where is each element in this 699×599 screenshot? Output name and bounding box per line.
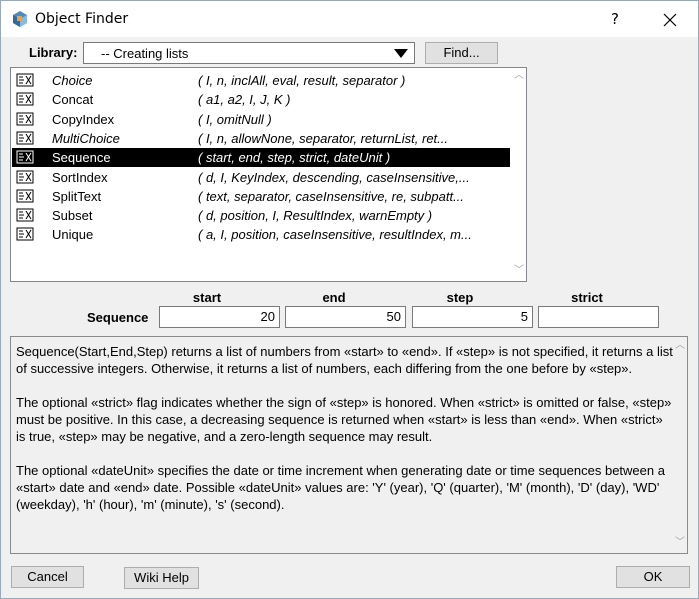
description-paragraph: The optional «dateUnit» specifies the da… <box>16 463 665 512</box>
params-function-label: Sequence <box>87 310 149 325</box>
function-row[interactable]: SplitText ( text, separator, caseInsensit… <box>12 187 510 206</box>
scroll-up-icon[interactable]: ︿ <box>514 71 524 81</box>
list-scrollbar[interactable]: ︿ ﹀ <box>511 68 527 281</box>
scroll-up-icon[interactable]: ︿ <box>675 341 685 351</box>
param-header-end: end <box>322 290 346 305</box>
function-icon <box>16 73 34 87</box>
param-input-start[interactable]: 20 <box>159 306 280 328</box>
library-select[interactable]: -- Creating lists <box>83 42 415 64</box>
function-params: ( start, end, step, strict, dateUnit ) <box>198 150 391 166</box>
function-name: Subset <box>52 208 93 224</box>
function-params: ( I, n, inclAll, eval, result, separator… <box>198 73 406 88</box>
param-header-step: step <box>446 290 474 305</box>
function-row[interactable]: Sequence ( start, end, step, strict, date… <box>12 148 510 168</box>
function-params: ( a1, a2, I, J, K ) <box>198 92 291 108</box>
scroll-down-icon[interactable]: ﹀ <box>514 266 524 276</box>
help-button[interactable]: ? <box>605 8 625 30</box>
function-name: Unique <box>52 227 94 243</box>
app-icon <box>13 11 27 27</box>
function-icon <box>16 170 34 183</box>
function-name: MultiChoice <box>52 130 120 146</box>
description-panel: Sequence(Start,End,Step) returns a list … <box>10 336 688 554</box>
function-icon <box>16 208 34 222</box>
close-icon[interactable] <box>659 9 681 31</box>
function-row[interactable]: Concat ( a1, a2, I, J, K ) <box>12 90 510 109</box>
function-params: ( a, I, position, caseInsensitive, resul… <box>198 227 472 243</box>
function-row[interactable]: SortIndex ( d, I, KeyIndex, descending, c… <box>12 168 510 187</box>
cancel-button[interactable]: Cancel <box>11 566 84 588</box>
param-input-strict[interactable] <box>538 306 659 328</box>
wiki-help-button[interactable]: Wiki Help <box>124 567 199 589</box>
description-paragraph: Sequence(Start,End,Step) returns a list … <box>16 344 673 376</box>
window-title: Object Finder <box>35 11 129 27</box>
param-header-start: start <box>192 290 222 305</box>
function-row[interactable]: MultiChoice ( I, n, allowNone, separator,… <box>12 129 510 148</box>
function-row[interactable]: CopyIndex ( I, omitNull ) <box>12 110 510 129</box>
ok-button[interactable]: OK <box>616 566 690 588</box>
function-icon <box>16 150 34 164</box>
function-name: SortIndex <box>52 169 108 185</box>
library-selected-value: -- Creating lists <box>101 46 189 61</box>
function-name: Concat <box>52 92 94 108</box>
function-icon <box>16 131 34 145</box>
function-name: CopyIndex <box>52 111 115 127</box>
function-list[interactable]: Choice ( I, n, inclAll, eval, result, sep… <box>10 67 527 282</box>
function-name: SplitText <box>52 188 102 204</box>
function-params: ( text, separator, caseInsensitive, re, … <box>198 188 464 204</box>
function-icon <box>16 227 34 241</box>
dropdown-arrow-icon[interactable] <box>394 49 408 58</box>
function-name: Choice <box>52 73 93 88</box>
function-icon <box>16 189 34 203</box>
scroll-down-icon[interactable]: ﹀ <box>675 538 685 548</box>
function-icon <box>16 92 34 106</box>
function-row[interactable]: Unique ( a, I, position, caseInsensitive,… <box>12 225 510 244</box>
function-params: ( I, n, allowNone, separator, returnList… <box>198 130 449 146</box>
function-row[interactable]: Subset ( d, position, I, ResultIndex, war… <box>12 206 510 225</box>
library-label: Library: <box>29 45 78 60</box>
function-icon <box>16 112 34 126</box>
function-name: Sequence <box>52 150 111 166</box>
function-params: ( d, position, I, ResultIndex, warnEmpty… <box>198 208 433 224</box>
param-input-end[interactable]: 50 <box>285 306 406 328</box>
title-bar: Object Finder ? <box>1 1 698 37</box>
function-row[interactable]: Choice ( I, n, inclAll, eval, result, sep… <box>12 71 510 90</box>
find-button[interactable]: Find... <box>425 42 498 64</box>
param-input-step[interactable]: 5 <box>412 306 533 328</box>
function-params: ( I, omitNull ) <box>198 111 272 127</box>
function-params: ( d, I, KeyIndex, descending, caseInsens… <box>198 169 470 185</box>
param-header-strict: strict <box>571 290 603 305</box>
description-paragraph: The optional «strict» flag indicates whe… <box>16 395 672 444</box>
description-text: Sequence(Start,End,Step) returns a list … <box>16 343 673 530</box>
description-scrollbar[interactable]: ︿ ﹀ <box>672 337 688 553</box>
